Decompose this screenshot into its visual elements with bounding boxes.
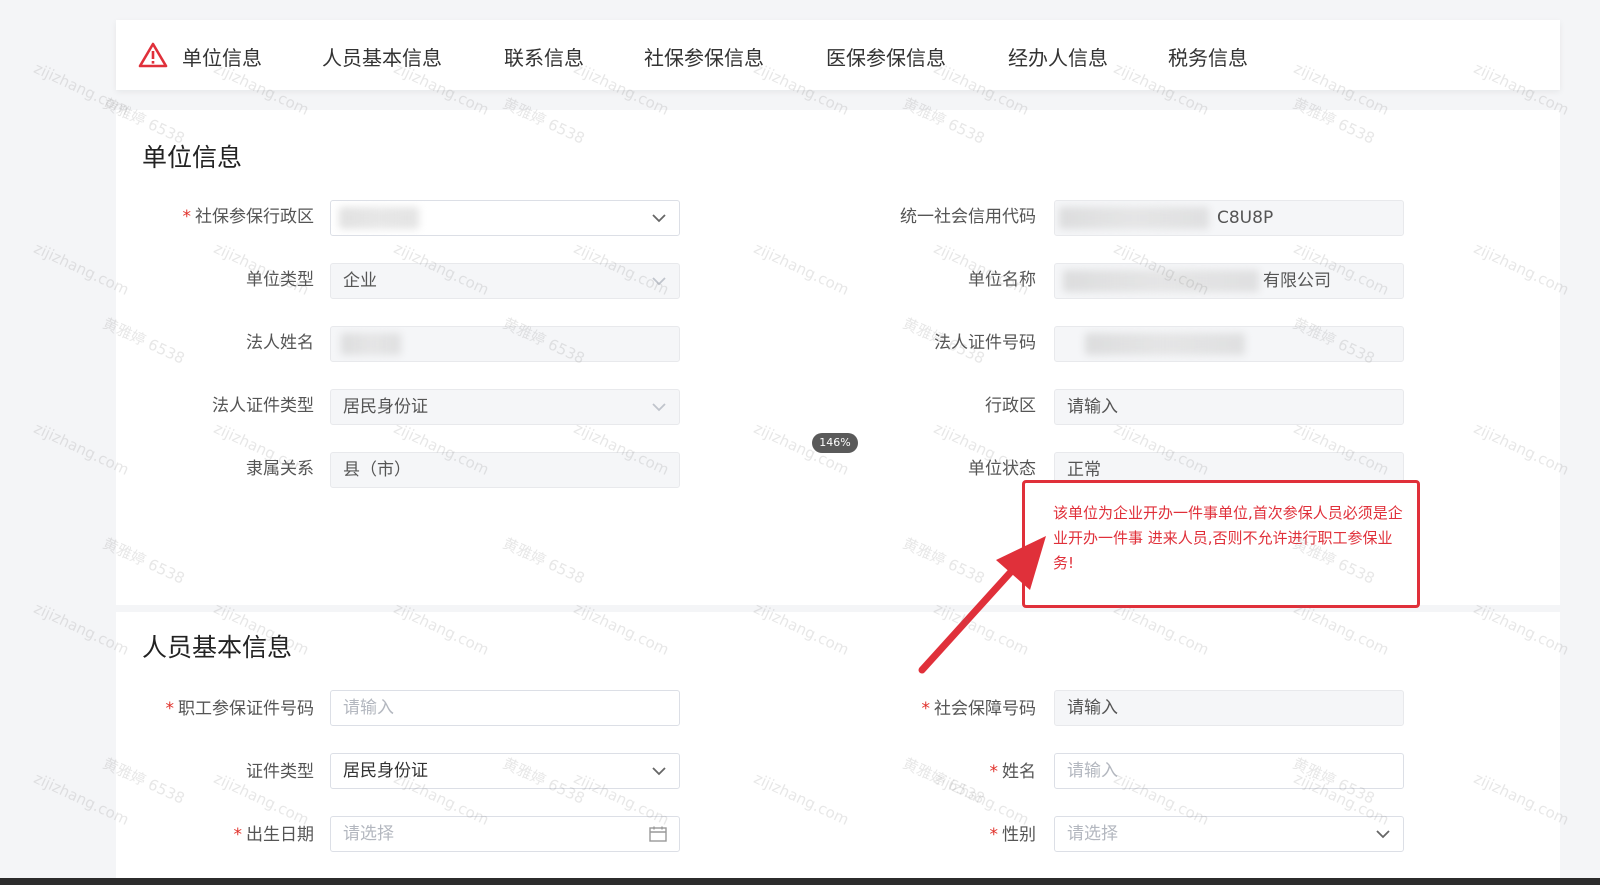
- affiliation-select: 县（市）: [330, 452, 680, 488]
- tab-medical-insurance[interactable]: 医保参保信息: [826, 42, 946, 71]
- legal-id-type-select: 居民身份证: [330, 389, 680, 425]
- chevron-down-icon: [652, 767, 666, 776]
- tab-tax-info[interactable]: 税务信息: [1168, 42, 1248, 71]
- unit-type-select: 企业: [330, 263, 680, 299]
- tab-unit-info[interactable]: 单位信息: [182, 42, 262, 71]
- label-id-type: 证件类型: [246, 762, 314, 782]
- tab-bar: 单位信息 人员基本信息 联系信息 社保参保信息 医保参保信息 经办人信息 税务信…: [116, 20, 1560, 90]
- chevron-down-icon: [652, 214, 666, 223]
- label-admin-region: 行政区: [985, 396, 1036, 416]
- credit-code-field: C8U8P: [1054, 200, 1404, 236]
- annotation-callout: 该单位为企业开办一件事单位,首次参保人员必须是企业开办一件事 进来人员,否则不允…: [1022, 480, 1420, 608]
- annotation-text: 该单位为企业开办一件事单位,首次参保人员必须是企业开办一件事 进来人员,否则不允…: [1053, 504, 1403, 572]
- label-unit-name: 单位名称: [968, 270, 1036, 290]
- section-title-unit: 单位信息: [142, 143, 243, 172]
- ss-number-input[interactable]: 请输入: [1054, 690, 1404, 726]
- person-info-panel: 人员基本信息 * 职工参保证件号码 请输入 * 社会保障号码 请输入 证件类型 居民…: [116, 612, 1560, 878]
- label-birth-date: * 出生日期: [233, 825, 315, 845]
- legal-name-field: [330, 326, 680, 362]
- unit-name-field: 有限公司: [1054, 263, 1404, 299]
- section-title-person: 人员基本信息: [142, 633, 293, 662]
- admin-region-field: 请输入: [1054, 389, 1404, 425]
- label-admin-region-ss: * 社保参保行政区: [182, 207, 315, 227]
- tab-handler-info[interactable]: 经办人信息: [1008, 42, 1108, 71]
- label-unit-type: 单位类型: [246, 270, 314, 290]
- calendar-icon: [649, 826, 667, 842]
- label-worker-id-no: * 职工参保证件号码: [165, 699, 315, 719]
- id-type-select[interactable]: 居民身份证: [330, 753, 680, 789]
- bottom-bar: [0, 878, 1600, 885]
- label-name: * 姓名: [989, 762, 1037, 782]
- tab-contact-info[interactable]: 联系信息: [504, 42, 584, 71]
- label-gender: * 性别: [989, 825, 1037, 845]
- warning-triangle-icon: [138, 42, 168, 68]
- annotation-arrow-icon: [918, 536, 1046, 674]
- label-legal-id-no: 法人证件号码: [934, 333, 1036, 353]
- chevron-down-icon: [652, 403, 666, 412]
- label-legal-id-type: 法人证件类型: [212, 396, 314, 416]
- chevron-down-icon: [1376, 830, 1390, 839]
- gender-select[interactable]: 请选择: [1054, 816, 1404, 852]
- chevron-down-icon: [652, 277, 666, 286]
- label-ss-number: * 社会保障号码: [921, 699, 1037, 719]
- tab-social-insurance[interactable]: 社保参保信息: [644, 42, 764, 71]
- label-affiliation: 隶属关系: [246, 459, 314, 479]
- name-input[interactable]: 请输入: [1054, 753, 1404, 789]
- zoom-badge: 146%: [812, 433, 858, 453]
- label-unit-status: 单位状态: [968, 459, 1036, 479]
- legal-id-no-field: [1054, 326, 1404, 362]
- birth-date-picker[interactable]: 请选择: [330, 816, 680, 852]
- tab-person-info[interactable]: 人员基本信息: [322, 42, 442, 71]
- label-credit-code: 统一社会信用代码: [900, 207, 1036, 227]
- label-legal-name: 法人姓名: [246, 333, 314, 353]
- worker-id-no-input[interactable]: 请输入: [330, 690, 680, 726]
- admin-region-ss-select[interactable]: [330, 200, 680, 236]
